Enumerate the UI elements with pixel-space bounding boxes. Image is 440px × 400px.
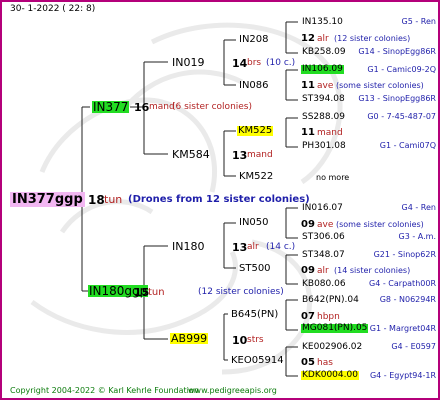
pedigree-frame: 30- 1-2022 ( 22: 8) IN377ggp 18 tun (Dro… <box>0 0 440 400</box>
gen3-c2-race: alr <box>317 266 329 276</box>
gen3-a2-note: (some sister colonies) <box>336 81 424 90</box>
gen3-d2-race: has <box>317 358 333 368</box>
gen4-ref: G4 - Egypt94-1R <box>369 371 436 380</box>
gen4-name: KDK0004.00 <box>301 370 359 380</box>
footer-site[interactable]: www.pedigreeapis.org <box>188 387 277 395</box>
gen3-d2-year: 05 <box>301 357 315 368</box>
root-name: IN377ggp <box>10 192 85 207</box>
gen2-d-year: 10 <box>232 334 248 347</box>
gen3-c2-note: (14 sister colonies) <box>334 266 411 275</box>
gen2-a-year: 14 <box>232 57 248 70</box>
gen1-sire-year: 16 <box>134 101 150 114</box>
gen3-c2-year: 09 <box>301 265 315 276</box>
gen4-name: ST394.08 <box>302 94 345 104</box>
gen3-c1-note: (some sister colonies) <box>336 220 424 229</box>
footer-copyright: Copyright 2004-2022 © Karl Kehrle Founda… <box>10 386 199 395</box>
gen4-name: PH301.08 <box>302 141 346 151</box>
gen3-d1-race: hbpn <box>317 312 340 322</box>
gen4-name: SS288.09 <box>302 112 345 122</box>
gen3-a2-year: 11 <box>301 80 315 91</box>
gen4-name: ST348.07 <box>302 250 345 260</box>
gen2-d-name: AB999 <box>170 332 209 345</box>
gen2-b-name: KM584 <box>172 148 210 161</box>
gen3-a1-race: alr <box>317 34 329 44</box>
gen1-dam-race: tun <box>148 287 165 298</box>
gen4-ref: G14 - SinopEgg86R <box>358 47 436 56</box>
header-date: 30- 1-2022 ( 22: 8) <box>10 4 96 14</box>
root-year: 18 <box>88 193 105 207</box>
gen2-c-note: (14 c.) <box>266 242 296 252</box>
gen4-ref: G1 - Camic09-2Q <box>367 65 436 74</box>
gen4-name: KB258.09 <box>302 47 346 57</box>
gen2-b-year: 13 <box>232 149 248 162</box>
gen4-ref: G13 - SinopEgg86R <box>358 94 436 103</box>
gen3-c1-name: IN050 <box>239 217 269 228</box>
gen3-b1-name: KM525 <box>237 125 274 136</box>
gen2-d-race: strs <box>247 335 264 345</box>
gen4-ref: G8 - N06294R <box>379 295 436 304</box>
gen2-c-year: 13 <box>232 241 248 254</box>
gen2-a-name: IN019 <box>172 56 205 69</box>
gen2-b-race: mand <box>247 150 273 160</box>
gen4-name: ST306.06 <box>302 232 345 242</box>
gen4-ref: G4 - E0597 <box>391 342 436 351</box>
gen1-dam-note: (12 sister colonies) <box>198 287 284 297</box>
gen3-a1-year: 12 <box>301 33 315 44</box>
gen3-d1-name: B645(PN) <box>231 309 279 320</box>
gen3-d2-name: KEO05914 <box>231 355 284 366</box>
gen1-sire-race: mand <box>149 102 175 112</box>
gen4-ref: G1 - Margret04R <box>369 324 436 333</box>
gen2-c-name: IN180 <box>172 240 205 253</box>
gen4-name: IN016.07 <box>302 203 343 213</box>
gen3-c1-race: ave <box>317 220 334 230</box>
gen1-sire-name: IN377 <box>92 100 130 114</box>
gen4-name: IN135.10 <box>302 17 343 27</box>
gen4-ref: G4 - Ren <box>401 203 436 212</box>
gen4-ref: G3 - A.m. <box>398 232 436 241</box>
gen4-name: MG081(PN).05 <box>301 323 369 333</box>
gen2-c-race: alr <box>247 242 259 252</box>
gen4-ref: G4 - Carpath00R <box>369 279 436 288</box>
gen4-name: KE002906.02 <box>302 342 363 352</box>
gen1-sire-note: (6 sister colonies) <box>172 102 253 112</box>
gen2-a-race: brs <box>247 58 262 68</box>
gen2-a-note: (10 c.) <box>266 58 296 68</box>
gen3-a1-name: IN208 <box>239 34 269 45</box>
gen3-c1-year: 09 <box>301 219 315 230</box>
gen3-d1-year: 07 <box>301 311 315 322</box>
gen4-name: KB080.06 <box>302 279 346 289</box>
gen4-name: IN106.09 <box>301 64 344 74</box>
gen3-b2-name: KM522 <box>239 171 274 182</box>
gen4-name: no more <box>316 173 350 182</box>
gen3-c2-name: ST500 <box>239 263 271 274</box>
root-race: tun <box>104 193 123 206</box>
gen4-ref: G5 - Ren <box>401 17 436 26</box>
gen3-a2-name: IN086 <box>239 80 269 91</box>
gen4-ref: G0 - 7-45-487-07 <box>367 112 436 121</box>
gen4-ref: G1 - Cami07Q <box>379 141 436 150</box>
gen4-ref: G21 - Sinop62R <box>373 250 436 259</box>
gen3-b1-year: 11 <box>301 127 315 138</box>
gen3-a2-race: ave <box>317 81 334 91</box>
gen3-a1-note: (12 sister colonies) <box>334 34 411 43</box>
root-note: (Drones from 12 sister colonies) <box>128 194 310 205</box>
gen3-b1-race: mand <box>317 128 343 138</box>
gen4-name: B642(PN).04 <box>302 295 359 305</box>
